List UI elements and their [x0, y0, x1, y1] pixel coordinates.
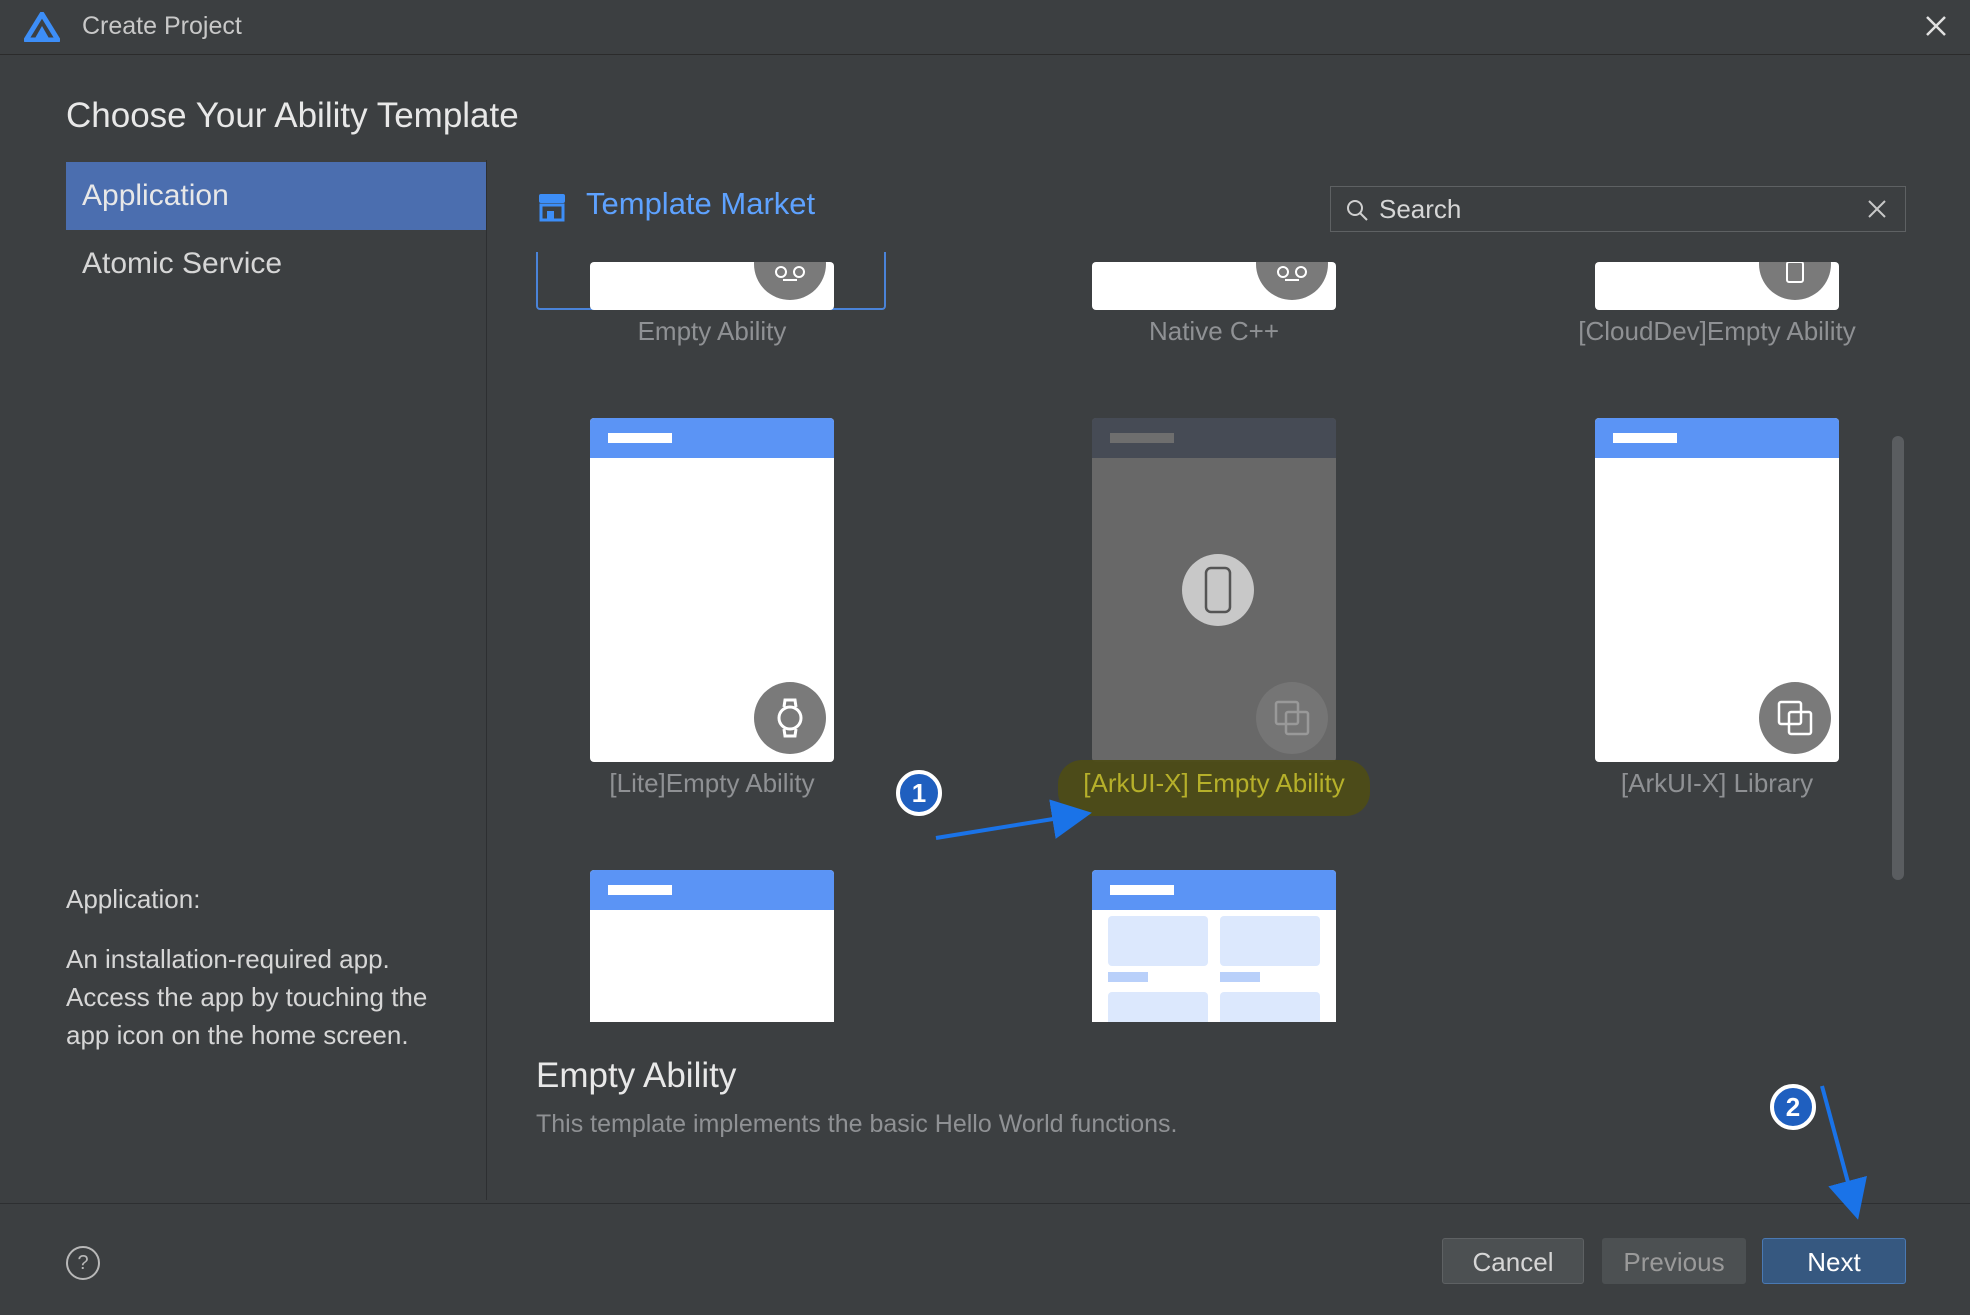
template-card-native-cpp[interactable] [1092, 262, 1336, 310]
cloud-device-icon [1759, 262, 1831, 300]
arrow-step2 [1820, 1085, 1867, 1220]
sidebar-item-atomic-service[interactable]: Atomic Service [66, 230, 486, 298]
card-header [1595, 418, 1839, 458]
template-label: [ArkUI-X] Library [1620, 768, 1814, 798]
description-title: Application: [66, 884, 201, 914]
window-title: Create Project [82, 12, 242, 40]
search-icon [1347, 200, 1368, 221]
template-label: [CloudDev]Empty Ability [1578, 316, 1856, 346]
app-logo-icon [24, 12, 60, 42]
next-button[interactable]: Next [1762, 1238, 1906, 1284]
step-marker-1: 1 [896, 770, 942, 816]
template-card-grid[interactable] [1092, 870, 1336, 1022]
template-market-link[interactable]: Template Market [586, 186, 815, 222]
watch-icon [754, 682, 826, 754]
face-icon [1256, 262, 1328, 300]
store-icon [539, 194, 565, 222]
card-header [1092, 870, 1336, 910]
description-line: Access the app by touching the [66, 982, 428, 1012]
description-line: app icon on the home screen. [66, 1020, 409, 1050]
footer-divider [0, 1203, 1970, 1204]
template-label: Empty Ability [637, 316, 787, 346]
description-body: An installation-required app. Access the… [66, 940, 466, 1054]
phone-icon [1182, 554, 1254, 626]
template-card-empty-ability[interactable] [590, 262, 834, 310]
template-label-highlighted: [ArkUI-X] Empty Ability [1083, 768, 1345, 798]
detail-description: This template implements the basic Hello… [536, 1110, 1178, 1138]
step-marker-2: 2 [1770, 1084, 1816, 1130]
template-label: [Lite]Empty Ability [609, 768, 815, 798]
template-label: Native C++ [1148, 316, 1280, 346]
page-title: Choose Your Ability Template [66, 96, 519, 135]
title-bar [0, 0, 1970, 55]
description-line: An installation-required app. [66, 944, 390, 974]
template-card-lite-empty-ability[interactable] [590, 418, 834, 762]
detail-title: Empty Ability [536, 1056, 737, 1095]
copy-icon [1759, 682, 1831, 754]
search-input[interactable] [1379, 193, 1849, 225]
search-box[interactable] [1330, 186, 1906, 232]
copy-icon [1256, 682, 1328, 754]
template-card-arkui-x-empty-ability[interactable] [1092, 418, 1336, 762]
sidebar-item-application[interactable]: Application [66, 162, 486, 230]
cancel-button[interactable]: Cancel [1442, 1238, 1584, 1284]
card-header [590, 870, 834, 910]
template-card-clouddev-empty-ability[interactable] [1595, 262, 1839, 310]
card-header [1092, 418, 1336, 458]
search-clear-icon[interactable] [1865, 197, 1889, 221]
templates-scrollbar[interactable] [1892, 436, 1904, 880]
help-icon[interactable]: ? [66, 1246, 100, 1280]
face-icon [754, 262, 826, 300]
arrow-step1 [935, 799, 1092, 840]
card-header [590, 418, 834, 458]
template-card-plain[interactable] [590, 870, 834, 1022]
close-icon[interactable] [1920, 10, 1952, 42]
template-card-arkui-x-library[interactable] [1595, 418, 1839, 762]
previous-button[interactable]: Previous [1602, 1238, 1746, 1284]
sidebar-divider [486, 160, 487, 1200]
